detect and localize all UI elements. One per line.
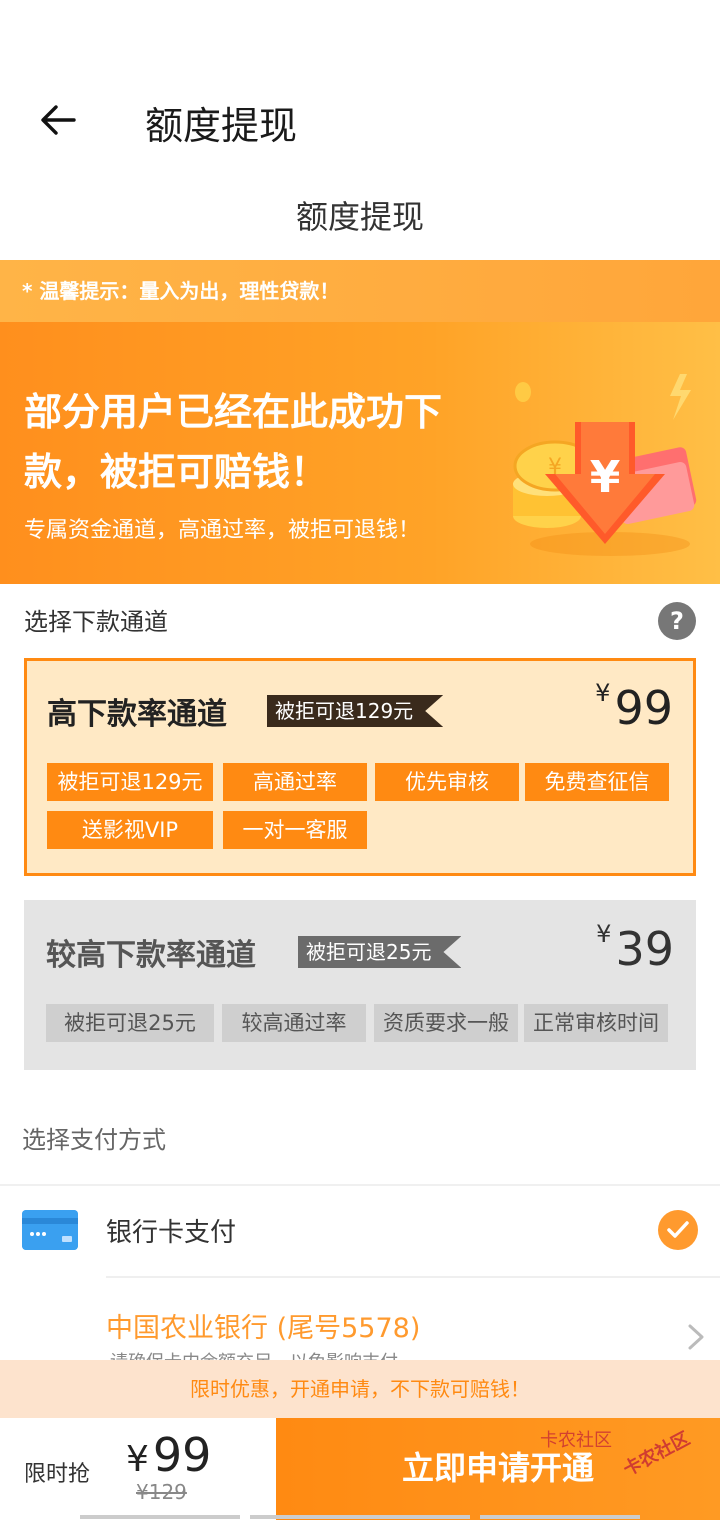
money-coins-icon: ¥ ¥ — [513, 374, 697, 556]
nav-indicator — [80, 1515, 640, 1519]
app-bar — [0, 0, 720, 180]
divider — [0, 1184, 720, 1186]
feature-tag: 正常审核时间 — [524, 1004, 668, 1042]
channel-price: ¥99 — [595, 679, 673, 735]
payment-section-label: 选择支付方式 — [22, 1126, 166, 1154]
feature-tag: 资质要求一般 — [374, 1004, 518, 1042]
payment-method-label: 银行卡支付 — [106, 1218, 237, 1248]
price-value: 99 — [152, 1428, 212, 1482]
price-value: 39 — [615, 922, 674, 976]
feature-tag: 送影视VIP — [47, 811, 213, 849]
current-price: ¥99 — [126, 1428, 211, 1482]
bank-account[interactable]: 中国农业银行 (尾号5578) — [106, 1306, 420, 1345]
divider — [106, 1276, 720, 1278]
banner-subtext: 专属资金通道，高通过率，被拒可退钱！ — [24, 518, 421, 543]
price-value: 99 — [614, 681, 673, 735]
refund-ribbon: 被拒可退25元 — [298, 936, 461, 968]
promo-banner: 部分用户已经在此成功下款，被拒可赔钱！ 专属资金通道，高通过率，被拒可退钱！ ¥… — [0, 322, 720, 584]
bank-card-icon — [22, 1210, 78, 1250]
feature-tag: 免费查征信 — [525, 763, 669, 801]
help-icon[interactable]: ? — [658, 602, 696, 640]
channel-card-medium[interactable]: 较高下款率通道 被拒可退25元 ¥39 被拒可退25元 较高通过率 资质要求一般… — [24, 900, 696, 1070]
currency-symbol: ¥ — [595, 679, 611, 707]
feature-tag: 一对一客服 — [223, 811, 367, 849]
page-subtitle: 额度提现 — [295, 198, 424, 236]
original-price: ¥129 — [136, 1480, 187, 1504]
feature-tag: 较高通过率 — [222, 1004, 366, 1042]
check-icon[interactable] — [658, 1210, 698, 1250]
limit-label: 限时抢 — [24, 1462, 91, 1487]
promo-strip: 限时优惠，开通申请，不下款可赔钱！ — [0, 1360, 720, 1418]
chevron-right-icon[interactable] — [684, 1322, 708, 1352]
channel-name: 高下款率通道 — [47, 697, 227, 732]
back-button[interactable] — [30, 92, 86, 148]
currency-symbol: ¥ — [596, 920, 612, 948]
arrow-left-icon — [41, 105, 76, 135]
refund-ribbon: 被拒可退129元 — [267, 695, 443, 727]
feature-tag: 优先审核 — [375, 763, 519, 801]
svg-text:¥: ¥ — [590, 452, 621, 503]
feature-tag: 高通过率 — [223, 763, 367, 801]
tip-bar: * 温馨提示：量入为出，理性贷款！ — [0, 260, 720, 322]
feature-tag: 被拒可退25元 — [46, 1004, 214, 1042]
channel-card-high[interactable]: 高下款率通道 被拒可退129元 ¥99 被拒可退129元 高通过率 优先审核 免… — [24, 658, 696, 876]
banner-headline: 部分用户已经在此成功下款，被拒可赔钱！ — [24, 390, 443, 494]
watermark-logo: 卡农社区 — [540, 1430, 612, 1451]
feature-tag: 被拒可退129元 — [47, 763, 213, 801]
channel-section-label: 选择下款通道 — [24, 608, 168, 636]
channel-name: 较高下款率通道 — [46, 938, 256, 973]
page-title: 额度提现 — [145, 104, 298, 148]
currency-symbol: ¥ — [126, 1439, 149, 1480]
channel-price: ¥39 — [596, 920, 674, 976]
